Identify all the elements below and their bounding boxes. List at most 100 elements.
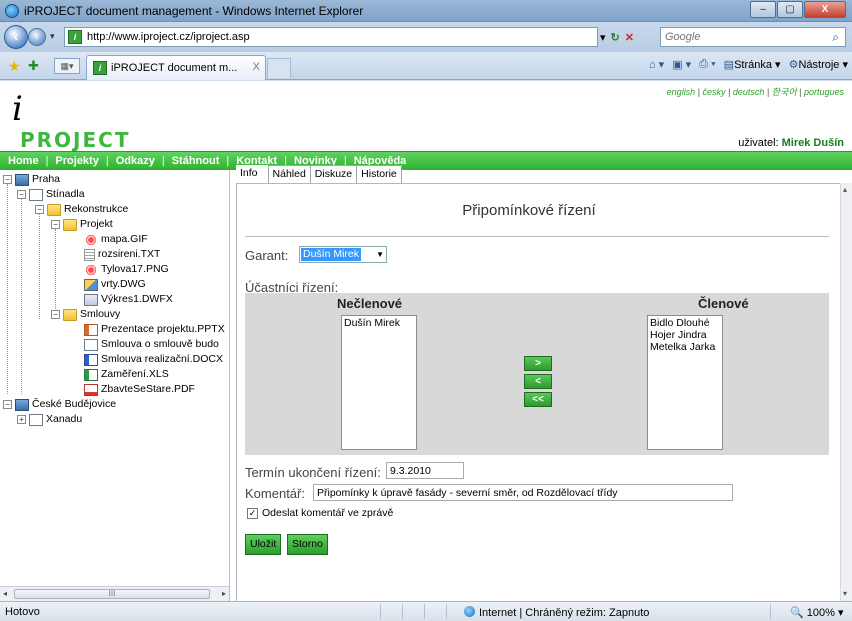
tab-nahled[interactable]: Náhled (267, 165, 311, 183)
expand-icon[interactable]: + (17, 415, 26, 424)
scroll-left-icon[interactable]: ◂ (3, 589, 7, 598)
deadline-input[interactable] (386, 462, 464, 479)
remove-all-members-button[interactable]: << (524, 392, 552, 407)
tree-file-rozsireni-txt[interactable]: rozsireni.TXT (84, 247, 160, 262)
collapse-icon[interactable]: − (51, 310, 60, 319)
content-vertical-scrollbar[interactable]: ▴ ▾ (840, 183, 852, 601)
search-input[interactable] (661, 28, 811, 46)
forward-button[interactable]: › (28, 28, 46, 46)
refresh-icon[interactable]: ↻ (611, 31, 620, 44)
user-info: uživatel: Mirek Dušín (738, 137, 844, 149)
tree-node-stinadla[interactable]: − Stínadla (17, 187, 85, 202)
scroll-thumb[interactable]: III (14, 589, 210, 599)
address-dropdown-icon[interactable]: ▾ (600, 31, 606, 44)
tree-file-tylova17-png[interactable]: Tylova17.PNG (84, 262, 169, 277)
collapse-icon[interactable]: − (51, 220, 60, 229)
security-zone[interactable]: Internet | Chráněný režim: Zapnuto (464, 606, 649, 619)
collapse-icon[interactable]: − (17, 190, 26, 199)
tree-file-zbavtesestare-pdf[interactable]: ZbavteSeStare.PDF (84, 382, 195, 397)
tools-menu-label: Nástroje (798, 59, 840, 71)
comment-input[interactable] (313, 484, 733, 501)
collapse-icon[interactable]: − (3, 175, 12, 184)
scroll-down-icon[interactable]: ▾ (843, 589, 847, 598)
tree-file-smlouva-docx[interactable]: Smlouva realizační.DOCX (84, 352, 223, 367)
send-comment-checkbox[interactable]: ✓ (247, 508, 258, 519)
tree-node-rekonstrukce[interactable]: − Rekonstrukce (35, 202, 128, 217)
nav-projekty[interactable]: Projekty | (55, 152, 115, 170)
quick-tabs-button[interactable]: ▦▾ (54, 58, 80, 74)
nav-home[interactable]: Home | (8, 152, 55, 170)
tree-node-label: Praha (32, 173, 61, 185)
tree-node-ceske-budejovice[interactable]: − České Budějovice (3, 397, 116, 412)
scroll-up-icon[interactable]: ▴ (843, 185, 847, 194)
tree-file-mapa-gif[interactable]: mapa.GIF (84, 232, 148, 247)
status-divider (380, 604, 381, 619)
participants-panel: Nečlenové Členové Dušín Mirek > < << Bid… (245, 293, 829, 455)
tree-file-prezentace-pptx[interactable]: Prezentace projektu.PPTX (84, 322, 225, 337)
status-text: Hotovo (5, 606, 40, 618)
scroll-right-icon[interactable]: ▸ (222, 589, 226, 598)
tree-file-zamereni-xls[interactable]: Zaměření.XLS (84, 367, 169, 382)
lang-czech-link[interactable]: česky (703, 87, 726, 97)
tree-file-vykres1-dwfx[interactable]: Výkres1.DWFX (84, 292, 173, 307)
lang-german-link[interactable]: deutsch (733, 87, 765, 97)
txt-file-icon (84, 248, 95, 261)
nav-stahnout[interactable]: Stáhnout | (172, 152, 237, 170)
cancel-button[interactable]: Storno (287, 534, 328, 555)
maximize-button[interactable]: ▢ (777, 1, 803, 18)
stop-icon[interactable]: ✕ (625, 31, 634, 44)
tools-menu[interactable]: ⚙ Nástroje ▾ (789, 58, 848, 71)
lang-korean-link[interactable]: 한국어 (772, 87, 797, 97)
remove-member-button[interactable]: < (524, 374, 552, 389)
nav-odkazy[interactable]: Odkazy | (116, 152, 172, 170)
tree-horizontal-scrollbar[interactable]: ◂ III ▸ (0, 586, 229, 601)
feeds-icon[interactable]: ▣ ▾ (672, 58, 691, 71)
new-tab-button[interactable] (267, 58, 291, 78)
favorites-star-icon[interactable]: ★ (8, 58, 21, 75)
tree-file-vrty-dwg[interactable]: vrty.DWG (84, 277, 146, 292)
list-item[interactable]: Hojer Jindra (650, 329, 720, 341)
print-icon[interactable]: ⎙ ▾ (699, 58, 715, 71)
tree-file-label: ZbavteSeStare.PDF (101, 383, 195, 395)
close-window-button[interactable]: X (804, 1, 846, 18)
tree-node-projekt[interactable]: − Projekt (51, 217, 113, 232)
search-box[interactable]: ⌕ (660, 27, 846, 47)
user-name[interactable]: Mirek Dušín (782, 137, 844, 149)
gear-icon: ⚙ (788, 59, 799, 71)
tree-node-xanadu[interactable]: + Xanadu (17, 412, 82, 427)
lang-english-link[interactable]: english (667, 87, 696, 97)
save-button[interactable]: Uložit (245, 534, 282, 555)
tree-connector (21, 199, 22, 394)
add-member-button[interactable]: > (524, 356, 552, 371)
address-bar[interactable]: i http://www.iproject.cz/iproject.asp (64, 27, 598, 47)
collapse-icon[interactable]: − (35, 205, 44, 214)
tree-node-smlouvy[interactable]: − Smlouvy (51, 307, 120, 322)
browser-tab[interactable]: i iPROJECT document m... X (86, 55, 266, 80)
recent-pages-dropdown-icon[interactable]: ▾ (50, 31, 55, 42)
home-icon[interactable]: ⌂ ▾ (649, 58, 664, 71)
nonmembers-listbox[interactable]: Dušín Mirek (341, 315, 417, 450)
zoom-control[interactable]: 🔍 100% ▾ (790, 606, 843, 619)
garant-select[interactable]: Dušín Mirek ▼ (299, 246, 387, 263)
chevron-down-icon[interactable]: ▼ (376, 248, 384, 261)
minimize-button[interactable]: – (750, 1, 776, 18)
page-menu[interactable]: ▤ Stránka ▾ (724, 58, 781, 71)
png-file-icon (84, 263, 98, 276)
lang-portuguese-link[interactable]: portugues (804, 87, 844, 97)
tree-file-smlouva-budo[interactable]: Smlouva o smlouvě budo (84, 337, 219, 352)
tab-historie[interactable]: Historie (356, 165, 402, 183)
members-title: Členové (698, 296, 749, 311)
tab-info[interactable]: Info (236, 165, 269, 183)
search-icon[interactable]: ⌕ (832, 30, 839, 45)
url-text[interactable]: http://www.iproject.cz/iproject.asp (87, 31, 250, 43)
list-item[interactable]: Dušín Mirek (344, 317, 414, 329)
tab-diskuze[interactable]: Diskuze (309, 165, 358, 183)
members-listbox[interactable]: Bidlo Dlouhé Hojer Jindra Metelka Jarka (647, 315, 723, 450)
list-item[interactable]: Bidlo Dlouhé (650, 317, 720, 329)
back-button[interactable]: ‹ (4, 25, 28, 49)
list-item[interactable]: Metelka Jarka (650, 341, 720, 353)
collapse-icon[interactable]: − (3, 400, 12, 409)
tree-node-praha[interactable]: − Praha (3, 172, 60, 187)
add-favorites-icon[interactable]: ✚ (28, 58, 39, 74)
close-tab-icon[interactable]: X (253, 61, 260, 73)
